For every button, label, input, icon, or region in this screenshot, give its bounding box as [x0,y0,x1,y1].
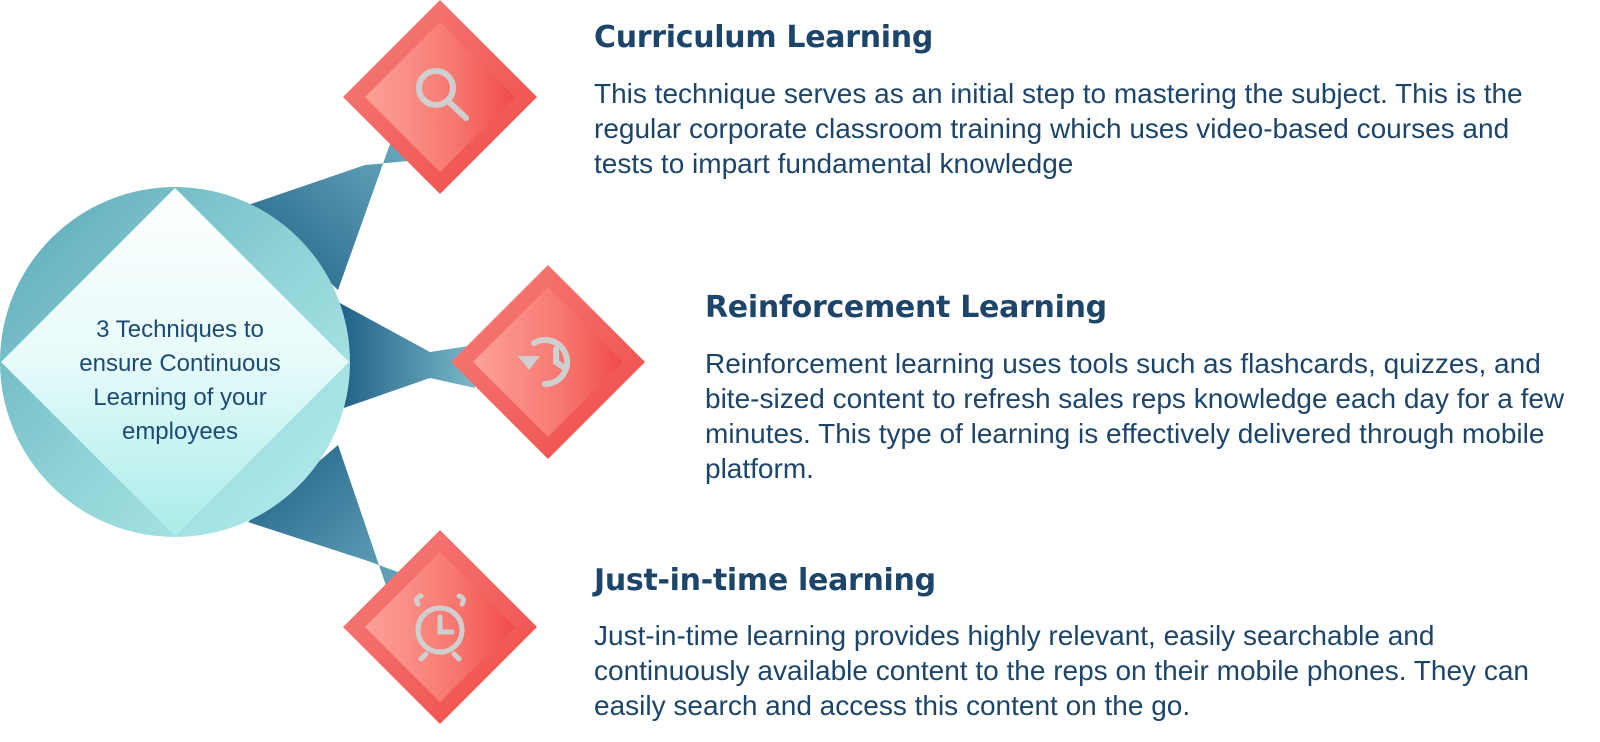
center-label-line: 3 Techniques to [96,316,264,343]
just-in-time-learning-title: Just-in-time learning [594,563,936,598]
center-label: 3 Techniques to ensure Continuous Learni… [40,313,320,449]
center-label-line: ensure Continuous [79,350,281,377]
reinforcement-learning-title: Reinforcement Learning [705,290,1107,325]
curriculum-learning-title: Curriculum Learning [594,20,934,55]
diagram: 3 Techniques to ensure Continuous Learni… [0,0,1600,742]
reinforcement-learning-description: Reinforcement learning uses tools such a… [705,348,1565,484]
connector-middle [338,302,475,410]
curriculum-learning-description: This technique serves as an initial step… [594,78,1523,179]
just-in-time-learning-description: Just-in-time learning provides highly re… [594,620,1529,721]
center-label-line: employees [121,418,239,445]
diamond-2 [451,265,645,459]
center-label-line: Learning of your [93,384,267,411]
